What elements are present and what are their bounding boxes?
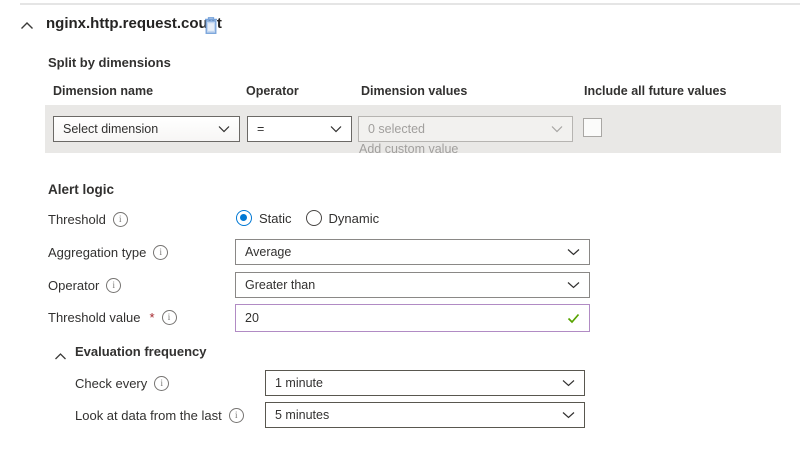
add-custom-value-link[interactable]: Add custom value <box>359 142 458 156</box>
threshold-dynamic-label: Dynamic <box>329 211 380 226</box>
chevron-down-icon <box>562 411 575 419</box>
check-every-dropdown-value: 1 minute <box>275 376 323 390</box>
alert-logic-heading: Alert logic <box>48 182 114 197</box>
aggregation-type-dropdown[interactable]: Average <box>235 239 590 265</box>
column-header-include-future-values: Include all future values <box>584 84 726 98</box>
chevron-down-icon <box>567 248 580 256</box>
info-icon[interactable] <box>113 212 128 227</box>
required-asterisk: * <box>150 310 155 325</box>
info-icon[interactable] <box>153 245 168 260</box>
chevron-down-icon <box>551 125 563 133</box>
check-every-label: Check every <box>75 376 169 391</box>
include-future-values-checkbox[interactable] <box>583 118 602 137</box>
delete-condition-button[interactable] <box>201 14 221 36</box>
split-by-dimensions-heading: Split by dimensions <box>48 55 171 70</box>
operator-dropdown[interactable]: Greater than <box>235 272 590 298</box>
dimension-values-dropdown[interactable]: 0 selected <box>358 116 573 142</box>
chevron-down-icon <box>218 125 230 133</box>
threshold-value-field <box>235 304 590 332</box>
chevron-down-icon <box>562 379 575 387</box>
dimension-operator-dropdown[interactable]: = <box>247 116 352 142</box>
look-back-dropdown[interactable]: 5 minutes <box>265 402 585 428</box>
dimension-values-dropdown-value: 0 selected <box>368 122 425 136</box>
trash-icon <box>203 16 219 35</box>
dimension-operator-dropdown-value: = <box>257 122 264 136</box>
evaluation-frequency-heading: Evaluation frequency <box>75 344 206 359</box>
threshold-static-label: Static <box>259 211 292 226</box>
operator-dropdown-value: Greater than <box>245 278 315 292</box>
info-icon[interactable] <box>154 376 169 391</box>
threshold-value-input[interactable] <box>236 311 567 325</box>
dimension-name-dropdown[interactable]: Select dimension <box>53 116 240 142</box>
chevron-up-icon <box>20 20 34 32</box>
column-header-operator: Operator <box>246 84 299 98</box>
threshold-static-radio[interactable]: Static <box>236 210 292 226</box>
look-back-label: Look at data from the last <box>75 408 244 423</box>
threshold-type-radio-group: Static Dynamic <box>236 210 379 226</box>
metric-title: nginx.http.request.count <box>46 15 222 32</box>
radio-selected-icon <box>236 210 252 226</box>
check-every-dropdown[interactable]: 1 minute <box>265 370 585 396</box>
chevron-up-icon <box>54 351 67 362</box>
operator-label: Operator <box>48 278 121 293</box>
chevron-down-icon <box>567 281 580 289</box>
info-icon[interactable] <box>229 408 244 423</box>
collapse-evaluation-frequency-button[interactable] <box>54 349 67 360</box>
chevron-down-icon <box>330 125 342 133</box>
info-icon[interactable] <box>162 310 177 325</box>
threshold-label: Threshold <box>48 212 128 227</box>
aggregation-type-dropdown-value: Average <box>245 245 291 259</box>
aggregation-type-label: Aggregation type <box>48 245 168 260</box>
column-header-dimension-name: Dimension name <box>53 84 153 98</box>
collapse-metric-button[interactable] <box>20 19 34 31</box>
threshold-dynamic-radio[interactable]: Dynamic <box>306 210 380 226</box>
metric-alert-condition-panel: nginx.http.request.count Split by dimens… <box>0 0 800 454</box>
threshold-value-label: Threshold value * <box>48 310 177 325</box>
look-back-dropdown-value: 5 minutes <box>275 408 329 422</box>
column-header-dimension-values: Dimension values <box>361 84 467 98</box>
radio-unselected-icon <box>306 210 322 226</box>
valid-check-icon <box>567 313 580 324</box>
top-divider <box>20 3 800 5</box>
info-icon[interactable] <box>106 278 121 293</box>
dimension-name-dropdown-value: Select dimension <box>63 122 158 136</box>
